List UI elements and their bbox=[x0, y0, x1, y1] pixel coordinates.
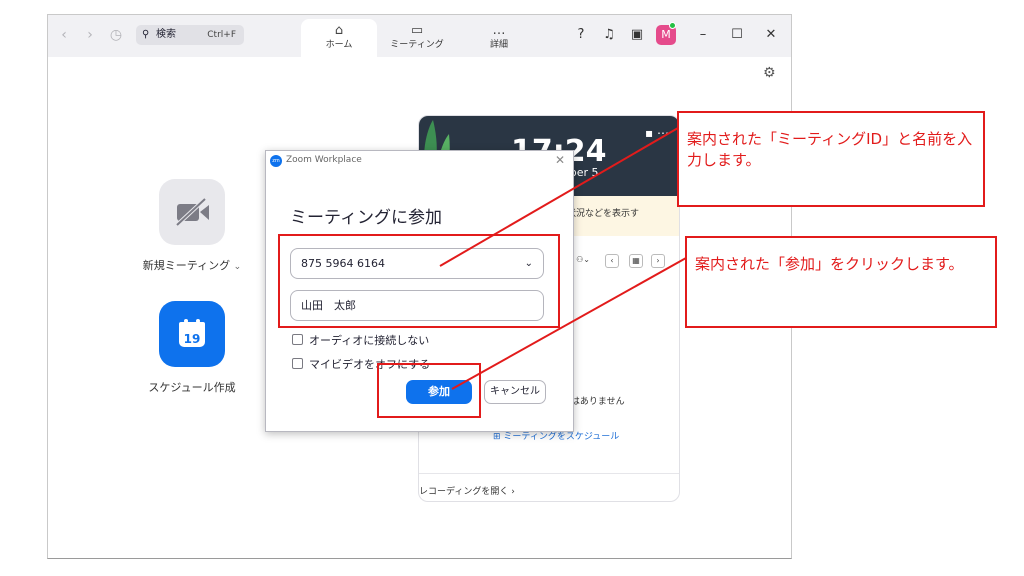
tab-more[interactable]: … 詳細 bbox=[461, 19, 537, 53]
callout-join: 案内された「参加」をクリックします。 bbox=[685, 236, 997, 328]
calendar-schedule-icon: 19 bbox=[179, 319, 205, 347]
prev-day-icon[interactable]: ‹ bbox=[605, 254, 619, 268]
maximize-icon[interactable]: ☐ bbox=[728, 26, 746, 44]
no-audio-option[interactable]: オーディオに接続しない bbox=[292, 332, 429, 348]
help-icon[interactable]: ? bbox=[572, 26, 590, 44]
cancel-button[interactable]: キャンセル bbox=[484, 380, 546, 404]
back-arrow-icon[interactable]: ‹ bbox=[56, 26, 72, 44]
chevron-right-icon: › bbox=[511, 487, 515, 497]
video-off-icon bbox=[175, 197, 209, 227]
callout-meeting-id: 案内された「ミーティングID」と名前を入力します。 bbox=[677, 111, 985, 207]
search-shortcut: Ctrl+F bbox=[207, 30, 236, 40]
dialog-app-title: Zoom Workplace bbox=[286, 155, 362, 165]
presence-dot-icon bbox=[669, 22, 676, 29]
bell-icon[interactable]: ♫ bbox=[600, 26, 618, 44]
search-label: 検索 bbox=[156, 29, 176, 40]
open-recordings-label: レコーディングを開く bbox=[419, 487, 509, 497]
search-icon: ⚲ bbox=[142, 29, 150, 40]
more-options-icon[interactable]: ▪ ⋯ bbox=[645, 126, 669, 140]
schedule-label: スケジュール作成 bbox=[148, 381, 236, 394]
minimize-icon[interactable]: – bbox=[694, 26, 712, 44]
people-filter-icon[interactable]: ⚇⌄ bbox=[571, 254, 595, 268]
calendar-icon[interactable]: ▣ bbox=[628, 26, 646, 44]
schedule-day: 19 bbox=[184, 332, 201, 346]
tab-home[interactable]: ⌂ ホーム bbox=[301, 19, 377, 57]
forward-arrow-icon[interactable]: › bbox=[82, 26, 98, 44]
new-meeting-button[interactable] bbox=[159, 179, 225, 245]
history-icon[interactable]: ◷ bbox=[108, 26, 124, 44]
gear-icon[interactable]: ⚙ bbox=[763, 65, 776, 81]
tab-meetings[interactable]: ▭ ミーティング bbox=[379, 19, 455, 53]
calendar-today-icon[interactable]: ▦ bbox=[629, 254, 643, 268]
calendar-divider bbox=[419, 473, 679, 474]
tab-meetings-label: ミーティング bbox=[390, 40, 444, 50]
home-icon: ⌂ bbox=[334, 23, 344, 38]
next-day-icon[interactable]: › bbox=[651, 254, 665, 268]
schedule-meeting-label: ミーティングをスケジュール bbox=[503, 432, 620, 442]
new-meeting-action[interactable]: 新規ミーティング ⌄ bbox=[142, 179, 242, 273]
no-audio-checkbox[interactable] bbox=[292, 334, 303, 345]
dialog-close-icon[interactable]: ✕ bbox=[555, 153, 565, 167]
plus-box-icon: ⊞ bbox=[493, 432, 501, 442]
new-meeting-label: 新規ミーティング bbox=[142, 259, 231, 272]
tab-more-label: 詳細 bbox=[489, 40, 508, 50]
title-bar: ‹ › ◷ ⚲ 検索 Ctrl+F ⌂ ホーム ▭ ミーティング … 詳細 ? … bbox=[48, 15, 791, 57]
dialog-heading: ミーティングに参加 bbox=[290, 208, 442, 228]
video-camera-icon: ▭ bbox=[410, 23, 424, 38]
chevron-down-icon[interactable]: ⌄ bbox=[234, 262, 242, 272]
more-dots-icon: … bbox=[492, 23, 506, 38]
fields-highlight-box bbox=[278, 234, 560, 328]
schedule-action[interactable]: 19 スケジュール作成 bbox=[142, 301, 242, 395]
open-recordings-link[interactable]: レコーディングを開く › bbox=[419, 484, 679, 497]
zoom-logo-icon: zm bbox=[270, 155, 282, 167]
schedule-button[interactable]: 19 bbox=[159, 301, 225, 367]
no-audio-label: オーディオに接続しない bbox=[309, 334, 430, 347]
close-icon[interactable]: ✕ bbox=[762, 26, 780, 44]
video-off-checkbox[interactable] bbox=[292, 358, 303, 369]
search-box[interactable]: ⚲ 検索 Ctrl+F bbox=[136, 25, 244, 45]
tab-home-label: ホーム bbox=[325, 40, 353, 50]
join-highlight-box bbox=[377, 363, 481, 418]
